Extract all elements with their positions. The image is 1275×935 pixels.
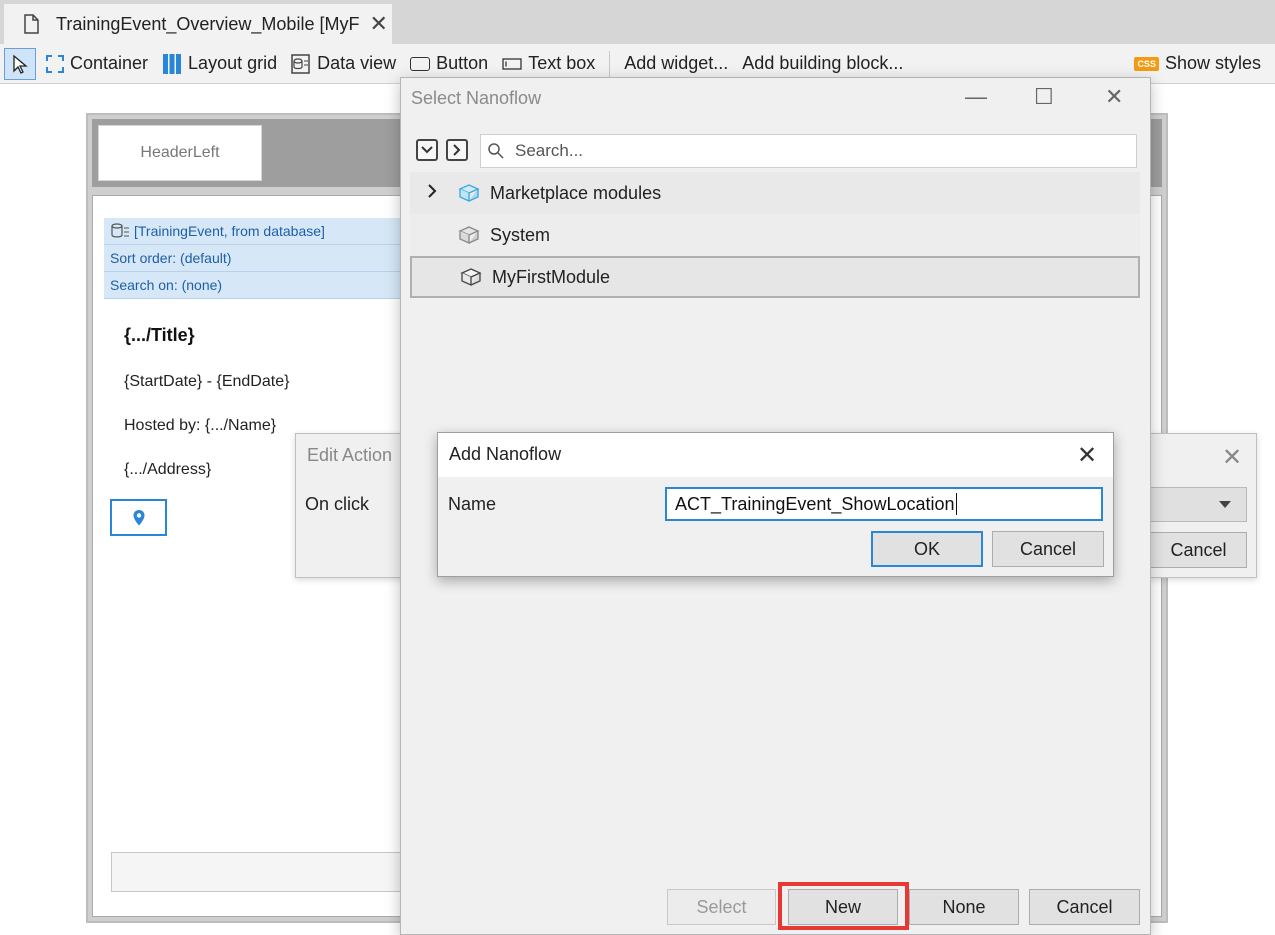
layout-grid-tool-label: Layout grid [188, 53, 278, 73]
text-box-tool-label: Text box [528, 53, 596, 73]
tree-item-system[interactable]: System [410, 214, 1140, 256]
dataview-source-label: [TrainingEvent, from database] [134, 223, 325, 239]
search-on-label: Search on: (none) [110, 277, 223, 293]
event-title-text[interactable]: {.../Title} [124, 325, 195, 346]
show-styles-button[interactable]: CSS Show styles [1134, 53, 1261, 74]
add-widget-label: Add widget... [624, 53, 729, 73]
event-address-text[interactable]: {.../Address} [124, 461, 211, 479]
container-tool-label: Container [70, 53, 149, 73]
chevron-down-icon [1219, 501, 1231, 508]
nanoflow-search-input[interactable]: Search... [480, 134, 1137, 168]
hosted-by-text[interactable]: Hosted by: {.../Name} [124, 417, 276, 435]
pointer-tool-button[interactable] [4, 47, 36, 80]
document-tab-title: TrainingEvent_Overview_Mobile [MyF [56, 13, 360, 34]
header-left-placeholder[interactable]: HeaderLeft [98, 125, 262, 181]
tab-close-icon[interactable]: ✕ [369, 11, 387, 37]
add-nanoflow-close-icon[interactable]: ✕ [1077, 441, 1097, 470]
document-icon [24, 14, 39, 34]
sort-order-label: Sort order: (default) [110, 250, 232, 266]
none-button[interactable]: None [909, 889, 1019, 925]
minimize-icon[interactable]: — [965, 84, 987, 110]
marketplace-module-icon [458, 184, 480, 203]
add-building-block-button[interactable]: Add building block... [742, 53, 903, 74]
module-icon [460, 268, 482, 287]
css-badge-icon: CSS [1134, 56, 1159, 71]
text-caret [955, 493, 957, 515]
toolbar-separator [609, 50, 611, 77]
show-location-button[interactable] [110, 499, 167, 536]
cursor-arrow-icon [13, 54, 28, 74]
document-tab[interactable]: TrainingEvent_Overview_Mobile [MyF ✕ [4, 4, 392, 44]
page-footer-placeholder[interactable] [111, 852, 411, 892]
event-dates-text[interactable]: {StartDate} - {EndDate} [124, 373, 289, 391]
expand-all-icon [421, 146, 433, 154]
button-tool-button[interactable]: Button [410, 53, 488, 74]
nanoflow-name-input[interactable]: ACT_TrainingEvent_ShowLocation [665, 487, 1103, 521]
tree-item-myfirstmodule[interactable]: MyFirstModule [410, 256, 1140, 298]
show-styles-label: Show styles [1164, 53, 1261, 73]
select-button[interactable]: Select [667, 889, 776, 925]
search-placeholder: Search... [515, 141, 584, 160]
add-widget-button[interactable]: Add widget... [624, 53, 728, 74]
button-shape-icon [410, 56, 431, 71]
data-view-tool-label: Data view [317, 53, 397, 73]
new-button-highlight [778, 882, 909, 930]
collapse-all-icon [453, 144, 461, 156]
layout-grid-tool-button[interactable]: Layout grid [162, 53, 277, 75]
text-box-tool-button[interactable]: Text box [502, 53, 595, 74]
edit-action-cancel-button[interactable]: Cancel [1150, 532, 1247, 568]
search-icon [488, 143, 504, 159]
map-marker-icon [133, 509, 144, 525]
tree-item-marketplace-modules[interactable]: Marketplace modules [410, 172, 1140, 214]
data-view-tool-button[interactable]: Data view [291, 53, 396, 75]
layout-grid-icon [163, 53, 182, 74]
on-click-action-dropdown[interactable] [1150, 487, 1247, 522]
add-building-block-label: Add building block... [742, 53, 904, 73]
select-nanoflow-title: Select Nanoflow [411, 88, 542, 108]
ok-button[interactable]: OK [871, 531, 983, 567]
database-list-icon [111, 223, 129, 238]
container-tool-button[interactable]: Container [46, 53, 148, 74]
dataview-sort-order[interactable]: Sort order: (default) [104, 245, 400, 272]
tree-item-label: Marketplace modules [490, 182, 662, 203]
chevron-right-icon[interactable] [426, 182, 448, 205]
text-box-icon [502, 57, 522, 70]
system-module-icon [458, 226, 480, 245]
select-nanoflow-cancel-button[interactable]: Cancel [1029, 889, 1140, 925]
collapse-all-button[interactable] [446, 139, 468, 161]
nanoflow-name-value: ACT_TrainingEvent_ShowLocation [675, 493, 955, 514]
tree-item-label: MyFirstModule [492, 266, 611, 287]
expand-all-button[interactable] [416, 139, 438, 161]
name-label: Name [448, 494, 497, 514]
select-nanoflow-close-icon[interactable]: ✕ [1105, 84, 1123, 110]
button-tool-label: Button [436, 53, 489, 73]
edit-action-title: Edit Action [307, 445, 393, 465]
data-view-icon [291, 53, 310, 74]
tree-item-label: System [490, 224, 551, 245]
on-click-label: On click [305, 494, 370, 514]
container-icon [46, 54, 64, 73]
add-nanoflow-cancel-button[interactable]: Cancel [992, 531, 1104, 567]
dataview-source-header[interactable]: [TrainingEvent, from database] [104, 218, 400, 245]
edit-action-close-icon[interactable]: ✕ [1222, 443, 1242, 472]
maximize-icon[interactable]: ☐ [1034, 84, 1054, 110]
dataview-search-on[interactable]: Search on: (none) [104, 272, 400, 299]
add-nanoflow-title: Add Nanoflow [449, 444, 562, 464]
